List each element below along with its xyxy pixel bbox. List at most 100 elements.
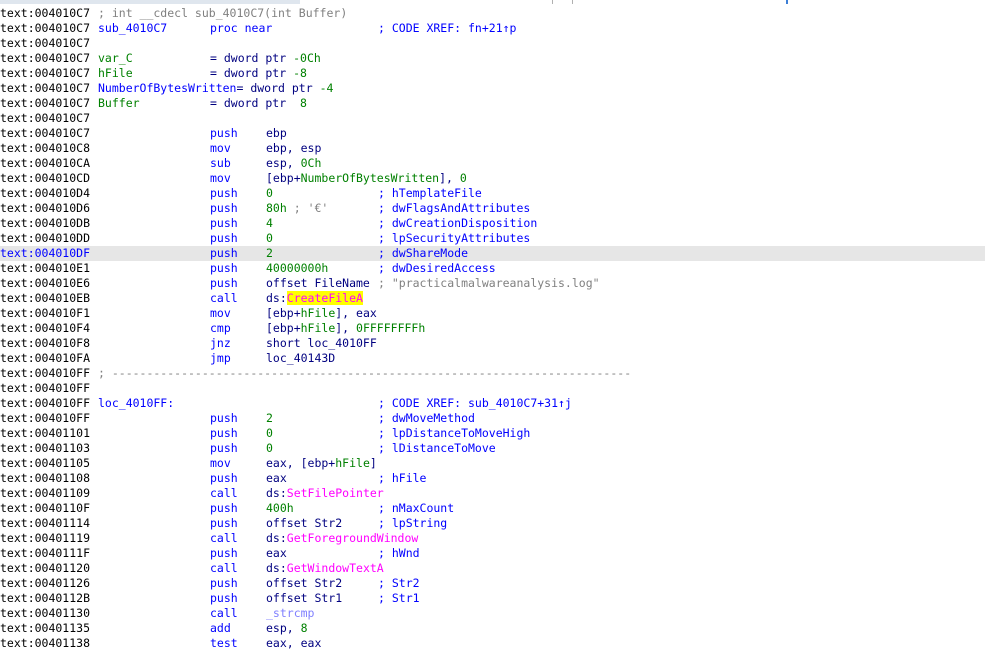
listing-row[interactable]: text:004010CA sub esp, 0Ch <box>0 156 985 171</box>
operands: eax, [ebp+hFile] <box>266 456 377 470</box>
address: text:004010C7 <box>0 96 91 110</box>
listing-row[interactable]: text:004010FF push 2 ; dwMoveMethod <box>0 411 985 426</box>
comment: ; dwMoveMethod <box>378 411 475 425</box>
listing-row[interactable]: text:00401119 call ds:GetForegroundWindow <box>0 531 985 546</box>
line-comment: ; int __cdecl sub_4010C7(int Buffer) <box>98 6 348 20</box>
listing-row[interactable]: text:00401114 push offset Str2 ; lpString <box>0 516 985 531</box>
mnemonic: push <box>210 546 238 560</box>
listing-row[interactable]: text:004010D6 push 80h ; '€' ; dwFlagsAndAt… <box>0 201 985 216</box>
listing-row[interactable]: text:00401103 push 0 ; lDistanceToMove <box>0 441 985 456</box>
listing-row[interactable]: text:004010F1 mov [ebp+hFile], eax <box>0 306 985 321</box>
address: text:00401114 <box>0 516 91 530</box>
address: text:004010FF <box>0 396 91 410</box>
listing-row[interactable]: text:004010CD mov [ebp+NumberOfBytesWritte… <box>0 171 985 186</box>
mnemonic: mov <box>210 171 231 185</box>
listing-row[interactable]: text:004010FF loc_4010FF: ; CODE XREF: sub… <box>0 396 985 411</box>
listing-row[interactable]: text:004010C7 NumberOfBytesWritten= dword… <box>0 81 985 96</box>
listing-row[interactable]: text:00401126 push offset Str2 ; Str2 <box>0 576 985 591</box>
mnemonic: push <box>210 231 238 245</box>
comment: ; "practicalmalwareanalysis.log" <box>378 276 600 290</box>
operands: eax <box>266 546 287 560</box>
top-strip-accent <box>786 0 788 4</box>
operands: offset Str2 <box>266 576 343 590</box>
listing-row[interactable]: text:004010C7 hFile = dword ptr -8 <box>0 66 985 81</box>
operands: [ebp+NumberOfBytesWritten], 0 <box>266 171 467 185</box>
disassembly-listing[interactable]: text:004010C7 ; int __cdecl sub_4010C7(in… <box>0 6 985 651</box>
listing-row[interactable]: text:00401135 add esp, 8 <box>0 621 985 636</box>
address: text:004010C7 <box>0 6 91 20</box>
listing-row[interactable]: text:004010C7 ; int __cdecl sub_4010C7(in… <box>0 6 985 21</box>
address: text:004010C7 <box>0 111 91 125</box>
listing-row-selected[interactable]: text:004010DF push 2 ; dwShareMode <box>0 246 985 261</box>
listing-row[interactable]: text:004010DB push 4 ; dwCreationDispositio… <box>0 216 985 231</box>
mnemonic: push <box>210 576 238 590</box>
address: text:004010FF <box>0 366 91 380</box>
mnemonic: push <box>210 216 238 230</box>
mnemonic: test <box>210 636 238 650</box>
address: text:00401126 <box>0 576 91 590</box>
listing-row[interactable]: text:004010E6 push offset FileName ; "pract… <box>0 276 985 291</box>
operands: eax, eax <box>266 636 322 650</box>
operands: esp, 0Ch <box>266 156 322 170</box>
listing-row[interactable]: text:004010C7 <box>0 111 985 126</box>
address: text:004010C7 <box>0 36 91 50</box>
listing-row[interactable]: text:004010C7 var_C = dword ptr -0Ch <box>0 51 985 66</box>
address: text:00401105 <box>0 456 91 470</box>
label: sub_4010C7 <box>98 21 168 35</box>
listing-row[interactable]: text:004010D4 push 0 ; hTemplateFile <box>0 186 985 201</box>
operands: ds:GetWindowTextA <box>266 561 384 575</box>
address: text:004010CA <box>0 156 91 170</box>
operands: offset Str1 <box>266 591 343 605</box>
mnemonic: call <box>210 486 238 500</box>
comment: ; Str1 <box>378 591 420 605</box>
operands: eax <box>266 471 287 485</box>
comment: ; lpSecurityAttributes <box>378 231 531 245</box>
listing-row[interactable]: text:00401101 push 0 ; lpDistanceToMoveHigh <box>0 426 985 441</box>
listing-row[interactable]: text:004010F4 cmp [ebp+hFile], 0FFFFFFFFh <box>0 321 985 336</box>
address: text:004010F4 <box>0 321 91 335</box>
listing-row[interactable]: text:004010E1 push 40000000h ; dwDesiredAcc… <box>0 261 985 276</box>
listing-row[interactable]: text:004010C7 Buffer = dword ptr 8 <box>0 96 985 111</box>
listing-row[interactable]: text:004010FF ; -------------------------… <box>0 366 985 381</box>
listing-row[interactable]: text:00401109 call ds:SetFilePointer <box>0 486 985 501</box>
listing-row[interactable]: text:00401108 push eax ; hFile <box>0 471 985 486</box>
mnemonic: push <box>210 501 238 515</box>
address: text:00401109 <box>0 486 91 500</box>
listing-row[interactable]: text:004010F8 jnz short loc_4010FF <box>0 336 985 351</box>
label: loc_4010FF: <box>98 396 175 410</box>
address: text:004010FF <box>0 381 91 395</box>
operands: esp, 8 <box>266 621 308 635</box>
listing-row[interactable]: text:00401130 call _strcmp <box>0 606 985 621</box>
listing-row[interactable]: text:004010C7 sub_4010C7 proc near ; CODE X… <box>0 21 985 36</box>
listing-row[interactable]: text:004010FA jmp loc_40143D <box>0 351 985 366</box>
comment: ; dwCreationDisposition <box>378 216 538 230</box>
listing-row[interactable]: text:00401138 test eax, eax <box>0 636 985 651</box>
listing-row[interactable]: text:004010DD push 0 ; lpSecurityAttributes <box>0 231 985 246</box>
listing-row[interactable]: text:004010FF <box>0 381 985 396</box>
address: text:0040111F <box>0 546 91 560</box>
line-comment: ; --------------------------------------… <box>98 366 632 380</box>
listing-row[interactable]: text:004010C8 mov ebp, esp <box>0 141 985 156</box>
address: text:004010C8 <box>0 141 91 155</box>
address: text:004010EB <box>0 291 91 305</box>
address: text:0040112B <box>0 591 91 605</box>
address: text:00401120 <box>0 561 91 575</box>
listing-row[interactable]: text:0040112B push offset Str1 ; Str1 <box>0 591 985 606</box>
address: text:004010E1 <box>0 261 91 275</box>
mnemonic: mov <box>210 306 231 320</box>
comment: ; CODE XREF: fn+21↑p <box>378 21 517 35</box>
operands: short loc_4010FF <box>266 336 377 350</box>
listing-row[interactable]: text:0040110F push 400h ; nMaxCount <box>0 501 985 516</box>
listing-row[interactable]: text:0040111F push eax ; hWnd <box>0 546 985 561</box>
address: text:004010C7 <box>0 126 91 140</box>
mnemonic: push <box>210 471 238 485</box>
listing-row[interactable]: text:00401120 call ds:GetWindowTextA <box>0 561 985 576</box>
mnemonic: push <box>210 201 238 215</box>
listing-row[interactable]: text:00401105 mov eax, [ebp+hFile] <box>0 456 985 471</box>
listing-row[interactable]: text:004010C7 push ebp <box>0 126 985 141</box>
listing-row[interactable]: text:004010C7 <box>0 36 985 51</box>
mnemonic: push <box>210 441 238 455</box>
address: text:004010E6 <box>0 276 91 290</box>
address: text:004010DD <box>0 231 91 245</box>
listing-row[interactable]: text:004010EB call ds:CreateFileA <box>0 291 985 306</box>
